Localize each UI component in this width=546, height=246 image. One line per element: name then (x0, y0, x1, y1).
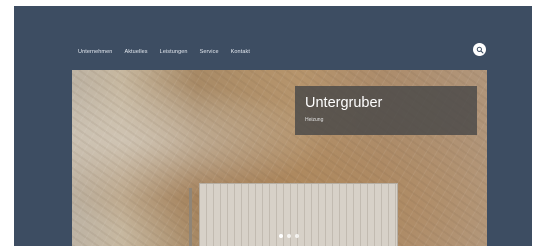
search-button[interactable] (473, 43, 486, 56)
page-frame: Unternehmen Aktuelles Leistungen Service… (14, 6, 532, 246)
hero-subtitle: Heizung (305, 117, 324, 123)
nav-item-aktuelles[interactable]: Aktuelles (124, 49, 147, 55)
nav-item-kontakt[interactable]: Kontakt (231, 49, 250, 55)
slider-dot-1[interactable] (279, 234, 283, 238)
hero-title: Untergruber (305, 95, 383, 111)
slider-dots (279, 234, 299, 238)
hero-caption: Untergruber Heizung (295, 86, 477, 135)
nav-item-service[interactable]: Service (200, 49, 219, 55)
slider-dot-2[interactable] (287, 234, 291, 238)
radiator-pipe (189, 188, 192, 246)
nav-item-unternehmen[interactable]: Unternehmen (78, 49, 112, 55)
nav-item-leistungen[interactable]: Leistungen (160, 49, 188, 55)
slider-dot-3[interactable] (295, 234, 299, 238)
hero-slider[interactable]: Untergruber Heizung (72, 70, 487, 246)
main-nav: Unternehmen Aktuelles Leistungen Service… (78, 49, 262, 55)
search-icon (476, 46, 483, 53)
